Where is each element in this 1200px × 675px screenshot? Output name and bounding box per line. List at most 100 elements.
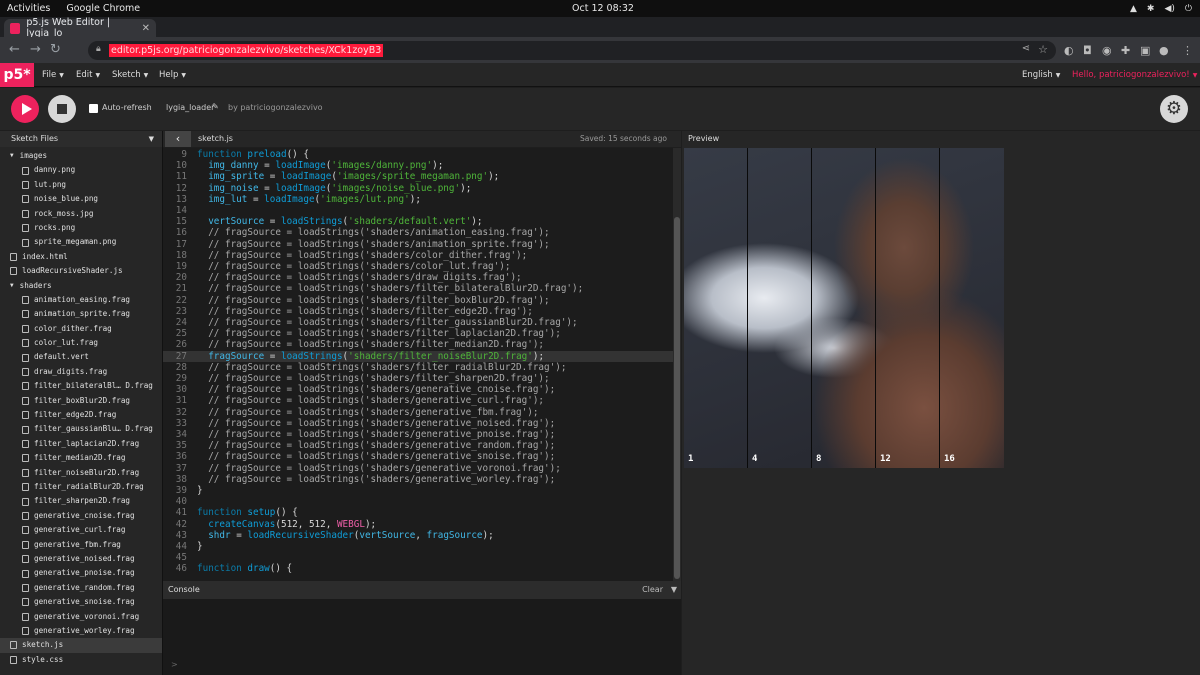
bookmark-star-icon[interactable]: ☆ [1038, 43, 1048, 56]
file-item[interactable]: filter_laplacian2D.frag [0, 437, 162, 451]
code-line[interactable]: 10 img_danny = loadImage('images/danny.p… [163, 160, 673, 171]
edit-name-pencil-icon[interactable]: ✎ [212, 102, 219, 111]
puzzle-extensions-icon[interactable]: ✚ [1121, 44, 1130, 57]
file-item[interactable]: filter_noiseBlur2D.frag [0, 466, 162, 480]
code-line[interactable]: 46 function draw() { [163, 563, 673, 574]
code-line[interactable]: 41 function setup() { [163, 507, 673, 518]
file-item[interactable]: lut.png [0, 178, 162, 192]
code-line[interactable]: 16 // fragSource = loadStrings('shaders/… [163, 227, 673, 238]
system-tray[interactable]: ▲ ✱ ◀) ⏻ [1130, 4, 1192, 14]
volume-icon[interactable]: ◀) [1164, 4, 1174, 14]
console-prompt[interactable]: > [171, 660, 178, 669]
code-line[interactable]: 21 // fragSource = loadStrings('shaders/… [163, 283, 673, 294]
code-line[interactable]: 27 fragSource = loadStrings('shaders/fil… [163, 350, 673, 362]
record-extension-icon[interactable]: ◉ [1102, 44, 1112, 57]
active-app-name[interactable]: Google Chrome [66, 3, 140, 14]
file-item[interactable]: color_dither.frag [0, 322, 162, 336]
language-selector[interactable]: English ▼ [1022, 70, 1060, 80]
code-line[interactable]: 26 // fragSource = loadStrings('shaders/… [163, 339, 673, 350]
file-item[interactable]: rock_moss.jpg [0, 207, 162, 221]
console-collapse-chevron-icon[interactable]: ▼ [671, 581, 677, 599]
file-item[interactable]: draw_digits.frag [0, 365, 162, 379]
profile-avatar-icon[interactable]: ● [1159, 44, 1169, 57]
file-item[interactable]: loadRecursiveShader.js [0, 264, 162, 278]
file-item[interactable]: generative_snoise.frag [0, 595, 162, 609]
file-item[interactable]: generative_worley.frag [0, 624, 162, 638]
pocket-extension-icon[interactable]: ◘ [1083, 44, 1092, 57]
file-item[interactable]: danny.png [0, 163, 162, 177]
menu-edit[interactable]: Edit ▼ [76, 70, 100, 80]
file-item[interactable]: generative_random.frag [0, 581, 162, 595]
code-line[interactable]: 33 // fragSource = loadStrings('shaders/… [163, 418, 673, 429]
code-line[interactable]: 14 [163, 205, 673, 216]
bluetooth-icon[interactable]: ✱ [1147, 4, 1155, 14]
clock[interactable]: Oct 12 08:32 [572, 3, 634, 14]
file-item[interactable]: default.vert [0, 350, 162, 364]
code-line[interactable]: 30 // fragSource = loadStrings('shaders/… [163, 384, 673, 395]
code-line[interactable]: 19 // fragSource = loadStrings('shaders/… [163, 261, 673, 272]
forward-arrow-icon[interactable]: → [30, 42, 41, 57]
file-item[interactable]: filter_sharpen2D.frag [0, 494, 162, 508]
code-line[interactable]: 23 // fragSource = loadStrings('shaders/… [163, 306, 673, 317]
file-item[interactable]: style.css [0, 653, 162, 667]
file-item[interactable]: generative_noised.frag [0, 552, 162, 566]
code-line[interactable]: 37 // fragSource = loadStrings('shaders/… [163, 463, 673, 474]
menu-help[interactable]: Help ▼ [159, 70, 186, 80]
code-line[interactable]: 28 // fragSource = loadStrings('shaders/… [163, 362, 673, 373]
code-editor[interactable]: 9 function preload() {10 img_danny = load… [163, 148, 681, 581]
code-line[interactable]: 24 // fragSource = loadStrings('shaders/… [163, 317, 673, 328]
url-text[interactable]: editor.p5js.org/patriciogonzalezvivo/ske… [109, 44, 384, 57]
code-line[interactable]: 39} [163, 485, 673, 496]
power-icon[interactable]: ⏻ [1185, 4, 1192, 14]
file-item[interactable]: generative_cnoise.frag [0, 509, 162, 523]
browser-tab[interactable]: p5.js Web Editor | lygia_lo ✕ [4, 17, 156, 39]
file-item[interactable]: filter_radialBlur2D.frag [0, 480, 162, 494]
file-item[interactable]: generative_curl.frag [0, 523, 162, 537]
sidepanel-icon[interactable]: ▣ [1140, 44, 1150, 57]
code-line[interactable]: 44} [163, 541, 673, 552]
play-button[interactable] [11, 95, 39, 123]
file-item[interactable]: animation_sprite.frag [0, 307, 162, 321]
code-line[interactable]: 35 // fragSource = loadStrings('shaders/… [163, 440, 673, 451]
file-item[interactable]: sketch.js [0, 638, 162, 653]
p5-logo[interactable]: p5* [0, 63, 34, 87]
file-item[interactable]: filter_gaussianBlu… D.frag [0, 422, 162, 436]
code-line[interactable]: 42 createCanvas(512, 512, WEBGL); [163, 519, 673, 530]
auto-refresh-checkbox[interactable] [89, 104, 98, 113]
project-name[interactable]: lygia_loader [166, 103, 214, 112]
menu-file[interactable]: File ▼ [42, 70, 64, 80]
stop-button[interactable] [48, 95, 76, 123]
address-bar[interactable]: 🔒︎ editor.p5js.org/patriciogonzalezvivo/… [88, 41, 1056, 60]
collapse-sidebar-button[interactable]: ‹ [165, 131, 191, 147]
code-line[interactable]: 22 // fragSource = loadStrings('shaders/… [163, 295, 673, 306]
code-line[interactable]: 38 // fragSource = loadStrings('shaders/… [163, 474, 673, 485]
code-line[interactable]: 34 // fragSource = loadStrings('shaders/… [163, 429, 673, 440]
file-item[interactable]: generative_fbm.frag [0, 538, 162, 552]
folder-item[interactable]: ▼ shaders [0, 279, 162, 293]
code-line[interactable]: 20 // fragSource = loadStrings('shaders/… [163, 272, 673, 283]
back-arrow-icon[interactable]: ← [9, 42, 20, 57]
file-item[interactable]: generative_pnoise.frag [0, 566, 162, 580]
code-line[interactable]: 43 shdr = loadRecursiveShader(vertSource… [163, 530, 673, 541]
lock-icon[interactable]: 🔒︎ [96, 44, 101, 54]
menu-sketch[interactable]: Sketch ▼ [112, 70, 148, 80]
file-item[interactable]: filter_median2D.frag [0, 451, 162, 465]
console-clear-button[interactable]: Clear [642, 581, 663, 599]
editor-scrollbar-thumb[interactable] [674, 217, 680, 579]
code-line[interactable]: 32 // fragSource = loadStrings('shaders/… [163, 407, 673, 418]
file-item[interactable]: generative_voronoi.frag [0, 610, 162, 624]
file-item[interactable]: index.html [0, 250, 162, 264]
file-item[interactable]: filter_boxBlur2D.frag [0, 394, 162, 408]
code-line[interactable]: 29 // fragSource = loadStrings('shaders/… [163, 373, 673, 384]
code-line[interactable]: 36 // fragSource = loadStrings('shaders/… [163, 451, 673, 462]
reload-icon[interactable]: ↻ [50, 42, 61, 57]
sidebar-options-chevron-icon[interactable]: ▼ [149, 131, 154, 147]
code-line[interactable]: 11 img_sprite = loadImage('images/sprite… [163, 171, 673, 182]
code-line[interactable]: 25 // fragSource = loadStrings('shaders/… [163, 328, 673, 339]
code-line[interactable]: 15 vertSource = loadStrings('shaders/def… [163, 216, 673, 227]
extension-icon[interactable]: ◐ [1064, 44, 1074, 57]
share-icon[interactable]: ⋖ [1022, 43, 1030, 54]
folder-item[interactable]: ▼ images [0, 149, 162, 163]
file-item[interactable]: noise_blue.png [0, 192, 162, 206]
network-icon[interactable]: ▲ [1130, 4, 1137, 14]
